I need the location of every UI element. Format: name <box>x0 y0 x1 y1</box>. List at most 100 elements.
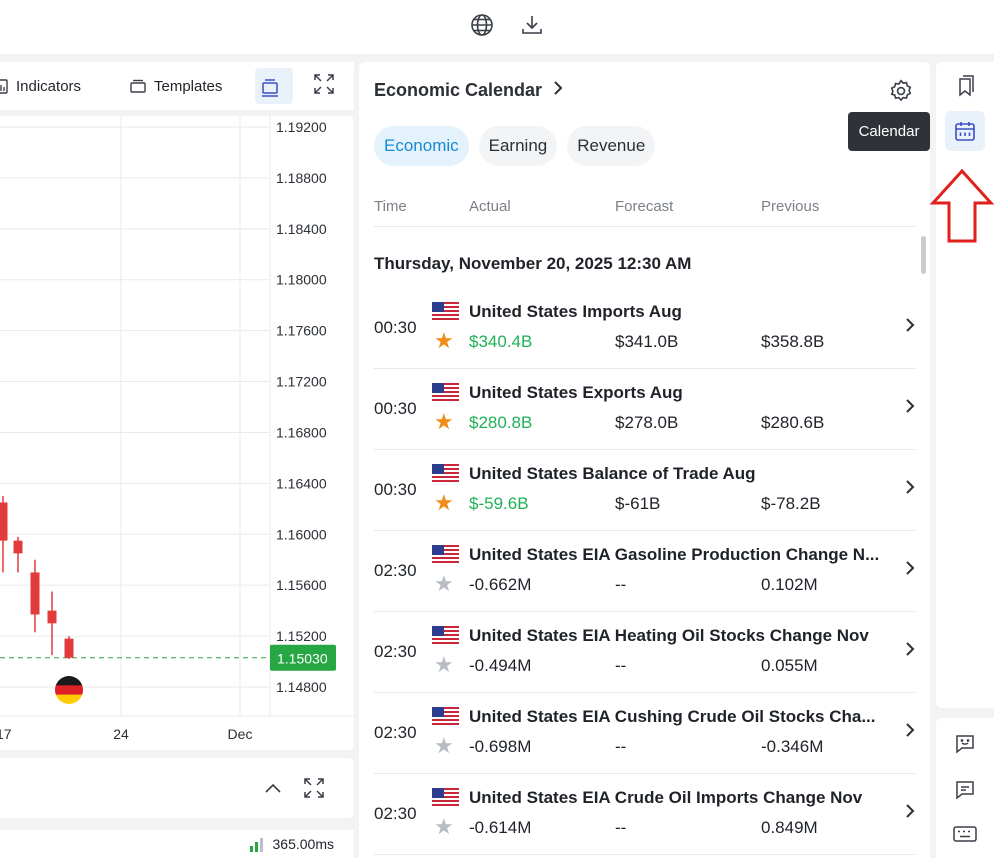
calendar-tooltip: Calendar <box>848 112 930 151</box>
right-sidebar-bottom <box>936 718 994 858</box>
y-tick-label: 1.19200 <box>276 119 327 135</box>
message-icon[interactable] <box>945 770 985 810</box>
chevron-right-icon[interactable] <box>905 721 915 742</box>
event-forecast: -- <box>615 656 627 675</box>
chevron-right-icon[interactable] <box>905 397 915 418</box>
divider <box>374 226 915 227</box>
divider <box>374 854 915 855</box>
star-icon[interactable]: ★ <box>434 492 454 514</box>
event-row[interactable]: 00:30 United States Imports Aug ★ $340.4… <box>359 288 930 369</box>
us-flag-icon <box>432 302 459 320</box>
event-row[interactable]: 02:30 United States EIA Cushing Crude Oi… <box>359 693 930 774</box>
download-icon[interactable] <box>519 12 545 38</box>
date-group-header: Thursday, November 20, 2025 12:30 AM <box>374 254 692 273</box>
event-previous: -0.346M <box>761 737 824 756</box>
templates-label: Templates <box>154 77 223 95</box>
y-tick-label: 1.14800 <box>276 679 327 695</box>
status-bar: 365.00ms <box>0 830 354 858</box>
event-actual: -0.698M <box>469 737 532 756</box>
event-time: 02:30 <box>374 804 417 823</box>
chevron-right-icon[interactable] <box>905 802 915 823</box>
us-flag-icon <box>432 383 459 401</box>
tab-revenue[interactable]: Revenue <box>567 126 656 166</box>
bottom-panel <box>0 758 354 818</box>
event-row[interactable]: 02:30 United States EIA Crude Oil Import… <box>359 774 930 855</box>
fullscreen-icon[interactable] <box>302 776 326 805</box>
x-tick-label: Dec <box>228 726 253 742</box>
event-name: United States EIA Gasoline Production Ch… <box>469 545 880 564</box>
economic-calendar-panel: Economic Calendar Economic Earning Reven… <box>359 62 930 858</box>
us-flag-icon <box>432 464 459 482</box>
column-header-time: Time <box>374 198 407 215</box>
keyboard-icon[interactable] <box>945 814 985 854</box>
scrollbar-thumb[interactable] <box>921 236 926 274</box>
event-row[interactable]: 00:30 United States Exports Aug ★ $280.8… <box>359 369 930 450</box>
event-actual: -0.614M <box>469 818 532 837</box>
star-icon[interactable]: ★ <box>434 654 454 676</box>
event-actual: $340.4B <box>469 332 533 351</box>
event-time: 02:30 <box>374 723 417 742</box>
star-icon[interactable]: ★ <box>434 816 454 838</box>
bookmark-icon[interactable] <box>945 66 985 106</box>
event-time: 02:30 <box>374 642 417 661</box>
gear-icon[interactable] <box>888 78 914 109</box>
star-icon[interactable]: ★ <box>434 411 454 433</box>
event-actual: $-59.6B <box>469 494 529 513</box>
event-name: United States Imports Aug <box>469 302 682 321</box>
event-actual: $280.8B <box>469 413 533 432</box>
us-flag-icon <box>432 626 459 644</box>
layers-button[interactable] <box>255 68 293 104</box>
star-icon[interactable]: ★ <box>434 573 454 595</box>
candle-body <box>47 610 57 624</box>
chevron-right-icon[interactable] <box>905 478 915 499</box>
event-previous: 0.055M <box>761 656 818 675</box>
y-tick-label: 1.18400 <box>276 221 327 237</box>
indicators-button[interactable]: Indicators <box>0 76 81 96</box>
indicators-icon <box>0 79 8 94</box>
x-tick-label: 17 <box>0 726 12 742</box>
layers-icon <box>262 79 278 97</box>
collapse-icon[interactable] <box>262 778 284 805</box>
star-icon[interactable]: ★ <box>434 330 454 352</box>
event-previous: $280.6B <box>761 413 825 432</box>
candle-body <box>30 572 40 615</box>
chevron-right-icon <box>552 80 564 101</box>
candle-body <box>64 638 74 658</box>
tab-earning[interactable]: Earning <box>478 126 558 166</box>
calendar-title[interactable]: Economic Calendar <box>374 80 564 101</box>
candle-body <box>0 502 8 541</box>
germany-flag-icon[interactable] <box>55 676 83 704</box>
tab-economic[interactable]: Economic <box>374 126 469 166</box>
column-header-actual: Actual <box>469 198 511 215</box>
event-forecast: -- <box>615 575 627 594</box>
templates-button[interactable]: Templates <box>130 76 222 96</box>
annotation-arrow-icon <box>929 168 994 249</box>
globe-icon[interactable] <box>469 12 495 38</box>
column-header-forecast: Forecast <box>615 198 674 215</box>
y-tick-label: 1.15200 <box>276 628 327 644</box>
event-forecast: $341.0B <box>615 332 679 351</box>
fullscreen-icon[interactable] <box>312 74 344 94</box>
star-icon[interactable]: ★ <box>434 735 454 757</box>
event-actual: -0.662M <box>469 575 532 594</box>
chat-smile-icon[interactable] <box>945 724 985 764</box>
chevron-right-icon[interactable] <box>905 316 915 337</box>
y-tick-label: 1.18800 <box>276 170 327 186</box>
event-row[interactable]: 02:30 United States EIA Gasoline Product… <box>359 531 930 612</box>
us-flag-icon <box>432 788 459 806</box>
chevron-right-icon[interactable] <box>905 640 915 661</box>
candle-body <box>13 540 23 554</box>
chart-canvas[interactable]: 1.19200 1.18800 1.18400 1.18000 1.17600 1.172… <box>0 116 354 750</box>
calendar-tabs: Economic Earning Revenue <box>374 126 665 166</box>
chevron-right-icon[interactable] <box>905 559 915 580</box>
chart-toolbar: Indicators Templates <box>0 62 354 110</box>
price-chart[interactable]: 1.19200 1.18800 1.18400 1.18000 1.17600 1.172… <box>0 116 354 750</box>
us-flag-icon <box>432 707 459 725</box>
latency-indicator: 365.00ms <box>249 836 334 852</box>
event-previous: $-78.2B <box>761 494 821 513</box>
event-row[interactable]: 02:30 United States EIA Heating Oil Stoc… <box>359 612 930 693</box>
event-time: 02:30 <box>374 561 417 580</box>
event-row[interactable]: 00:30 United States Balance of Trade Aug… <box>359 450 930 531</box>
event-forecast: $278.0B <box>615 413 679 432</box>
calendar-icon[interactable] <box>945 111 985 151</box>
